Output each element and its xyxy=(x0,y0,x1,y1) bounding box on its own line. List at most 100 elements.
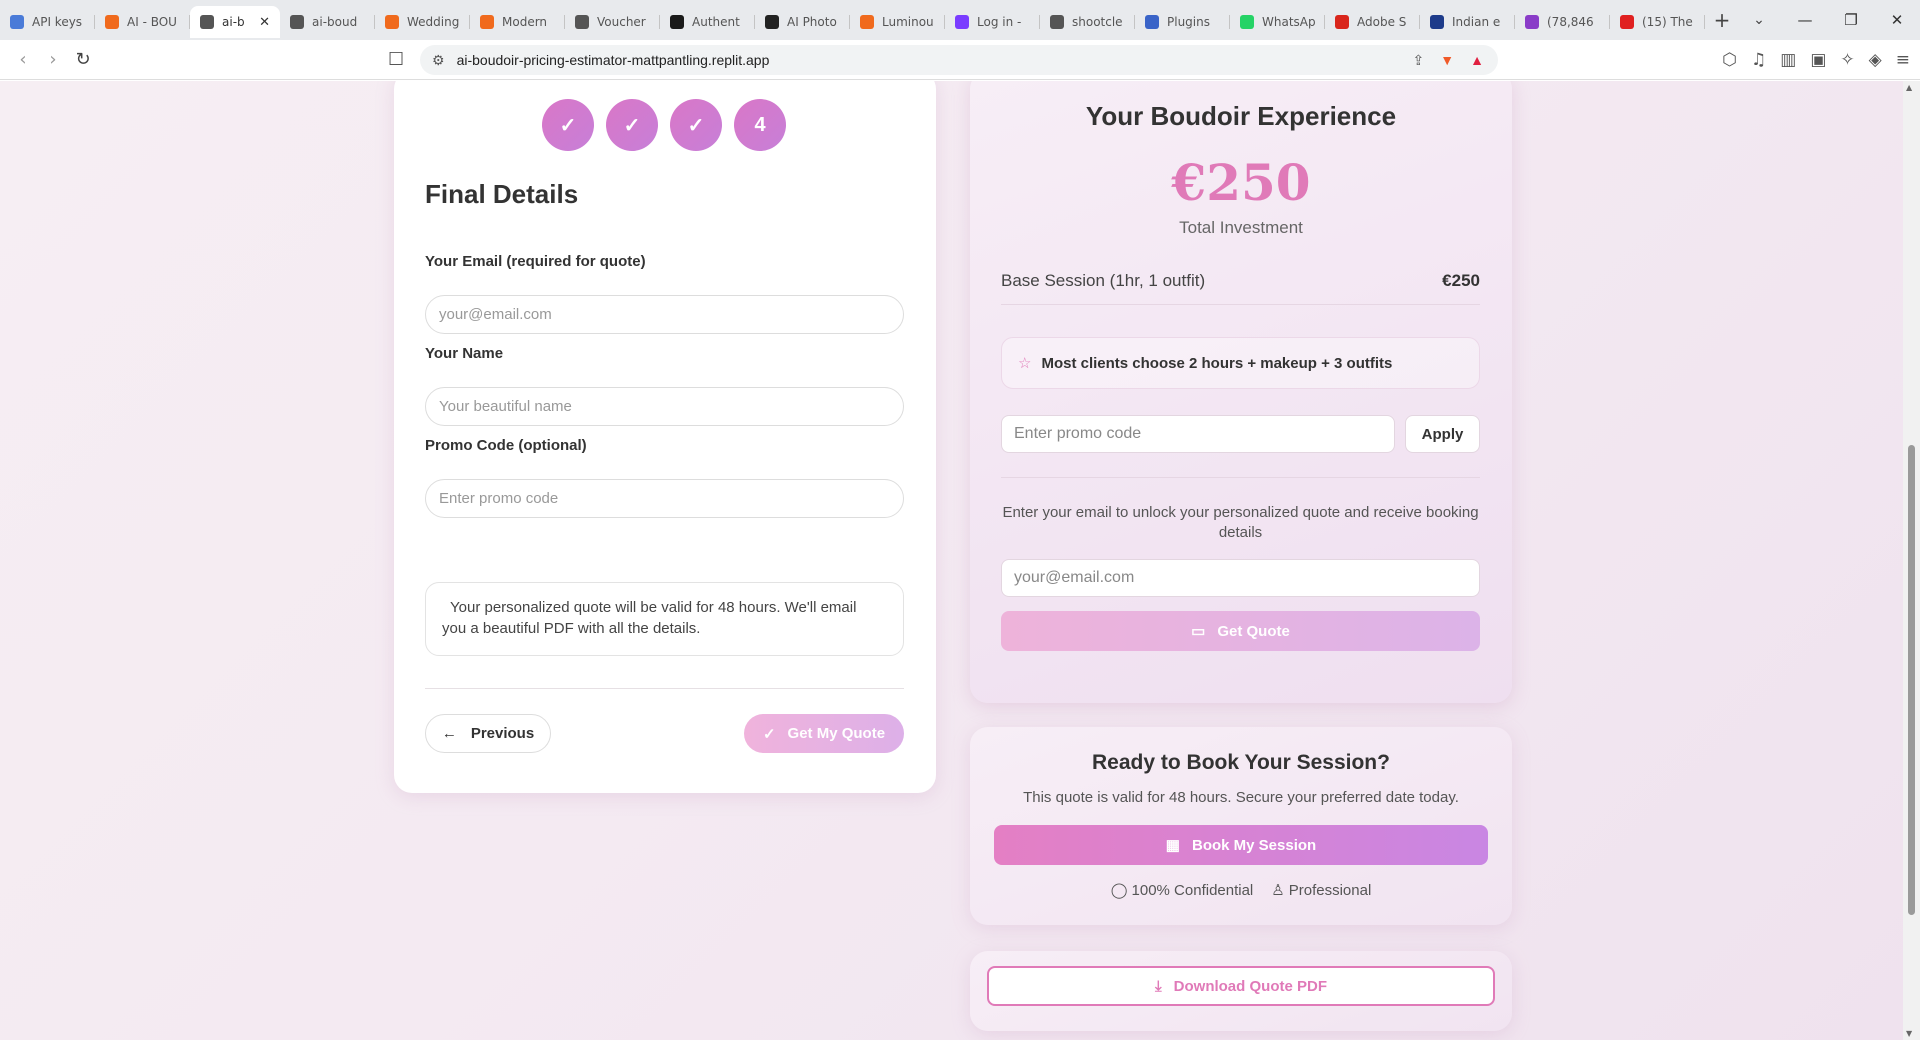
tab-title: WhatsAp xyxy=(1262,15,1315,29)
browser-tab[interactable]: Modern xyxy=(470,6,565,38)
tab-title: Luminou xyxy=(882,15,934,29)
step-3-check-icon: ✓ xyxy=(670,99,722,151)
browser-tab[interactable]: ai-b ✕ xyxy=(190,6,280,38)
site-info-icon[interactable]: ⚙ xyxy=(432,52,445,69)
tab-favicon-icon xyxy=(385,15,399,29)
download-pdf-button[interactable]: ⤓ Download Quote PDF xyxy=(987,966,1495,1006)
step-4-current: 4 xyxy=(734,99,786,151)
previous-button[interactable]: ← Previous xyxy=(425,714,551,753)
wallet-icon[interactable]: ▣ xyxy=(1810,50,1826,70)
popular-choice-tip: ☆ Most clients choose 2 hours + makeup +… xyxy=(1001,337,1480,389)
tab-title: Indian e xyxy=(1452,15,1501,29)
name-field[interactable]: Your beautiful name xyxy=(425,387,904,426)
booking-subtitle: This quote is valid for 48 hours. Secure… xyxy=(1023,789,1459,806)
apply-button[interactable]: Apply xyxy=(1405,415,1480,453)
browser-tab[interactable]: shootcle xyxy=(1040,6,1135,38)
tab-favicon-icon xyxy=(860,15,874,29)
name-label: Your Name xyxy=(425,345,504,362)
browser-tab[interactable]: AI - BOU xyxy=(95,6,190,38)
share-icon[interactable]: ⇪ xyxy=(1413,52,1425,69)
leo-ai-icon[interactable]: ✧ xyxy=(1840,50,1854,70)
extensions-icon[interactable]: ⬡ xyxy=(1722,50,1737,70)
summary-email-input[interactable]: your@email.com xyxy=(1001,559,1480,597)
tab-title: AI Photo xyxy=(787,15,837,29)
email-label: Your Email (required for quote) xyxy=(425,253,646,270)
tab-title: Adobe S xyxy=(1357,15,1407,29)
arrow-left-icon: ← xyxy=(441,725,457,742)
browser-tab[interactable]: Authent xyxy=(660,6,755,38)
tab-favicon-icon xyxy=(670,15,684,29)
browser-tab[interactable]: API keys xyxy=(0,6,95,38)
experience-summary-card: Your Boudoir Experience €250 Total Inves… xyxy=(970,81,1512,703)
bookmark-icon[interactable]: ☐ xyxy=(388,49,404,70)
tip-text: Most clients choose 2 hours + makeup + 3… xyxy=(1041,354,1393,372)
tab-favicon-icon xyxy=(1145,15,1159,29)
divider xyxy=(425,688,904,689)
extensions: ⬡ ♫ ▥ ▣ ✧ ◈ ≡ xyxy=(1722,50,1910,70)
scroll-down-icon[interactable]: ▼ xyxy=(1906,1029,1912,1038)
get-my-quote-button[interactable]: ✓ Get My Quote xyxy=(744,714,904,753)
sidebar-icon[interactable]: ▥ xyxy=(1780,50,1796,70)
scrollbar[interactable]: ▲ ▼ xyxy=(1903,81,1920,1040)
browser-tab[interactable]: AI Photo xyxy=(755,6,850,38)
download-icon: ⤓ xyxy=(1155,977,1162,995)
star-icon: ☆ xyxy=(1018,355,1032,372)
shield-icon: ◯ xyxy=(1110,882,1128,899)
trust-badges: ◯ 100% Confidential ♙ Professional xyxy=(970,881,1512,900)
vpn-icon[interactable]: ◈ xyxy=(1869,50,1882,70)
promo-field[interactable]: Enter promo code xyxy=(425,479,904,518)
promo-code-input[interactable]: Enter promo code xyxy=(1001,415,1395,453)
music-icon[interactable]: ♫ xyxy=(1751,50,1766,70)
tab-title: API keys xyxy=(32,15,83,29)
final-details-card: ✓ ✓ ✓ 4 Final Details Your Email (requir… xyxy=(394,81,936,793)
browser-tab[interactable]: (78,846 xyxy=(1515,6,1610,38)
browser-tab[interactable]: ai-boud xyxy=(280,6,375,38)
scroll-up-icon[interactable]: ▲ xyxy=(1906,83,1912,92)
tab-search-chevron-icon[interactable]: ⌄ xyxy=(1739,12,1779,28)
get-quote-button[interactable]: ▭ Get Quote xyxy=(1001,611,1480,651)
tab-favicon-icon xyxy=(480,15,494,29)
email-field[interactable]: your@email.com xyxy=(425,295,904,334)
download-label: Download Quote PDF xyxy=(1173,977,1327,995)
check-icon: ✓ xyxy=(762,725,776,743)
browser-tab[interactable]: Log in - xyxy=(945,6,1040,38)
tab-favicon-icon xyxy=(765,15,779,29)
browser-tab[interactable]: Indian e xyxy=(1420,6,1515,38)
new-tab-button[interactable]: + xyxy=(1705,8,1739,32)
browser-tab[interactable]: Plugins xyxy=(1135,6,1230,38)
browser-tab[interactable]: Voucher xyxy=(565,6,660,38)
url-field[interactable]: ⚙ ai-boudoir-pricing-estimator-mattpantl… xyxy=(420,45,1498,75)
browser-tab[interactable]: (15) The xyxy=(1610,6,1705,38)
close-tab-icon[interactable]: ✕ xyxy=(259,15,270,30)
browser-tab[interactable]: WhatsAp xyxy=(1230,6,1325,38)
line-item-amount: €250 xyxy=(1442,271,1480,290)
address-bar: ‹ › ↻ ☐ ⚙ ai-boudoir-pricing-estimator-m… xyxy=(0,40,1920,80)
browser-tab[interactable]: Wedding xyxy=(375,6,470,38)
total-price-label: Total Investment xyxy=(1179,218,1303,237)
tab-title: ai-boud xyxy=(312,15,358,29)
restore-icon[interactable]: ❐ xyxy=(1828,11,1874,29)
tab-favicon-icon xyxy=(290,15,304,29)
minimize-icon[interactable]: — xyxy=(1782,11,1828,29)
scrollbar-thumb[interactable] xyxy=(1908,445,1915,915)
tab-title: Plugins xyxy=(1167,15,1210,29)
quote-validity-notice: Your personalized quote will be valid fo… xyxy=(425,582,904,656)
book-session-label: Book My Session xyxy=(1191,836,1317,854)
professional-badge: ♙ Professional xyxy=(1271,881,1372,900)
professional-label: Professional xyxy=(1288,881,1372,899)
brave-rewards-icon[interactable]: ▲ xyxy=(1470,52,1484,68)
brave-shield-icon[interactable]: ▼ xyxy=(1440,52,1454,68)
get-quote-label: Get Quote xyxy=(1217,622,1290,640)
book-session-button[interactable]: ▦ Book My Session xyxy=(994,825,1488,865)
browser-tab[interactable]: Adobe S xyxy=(1325,6,1420,38)
menu-icon[interactable]: ≡ xyxy=(1896,50,1910,70)
back-icon[interactable]: ‹ xyxy=(8,49,38,70)
step-2-check-icon: ✓ xyxy=(606,99,658,151)
reload-icon[interactable]: ↻ xyxy=(68,49,98,70)
tab-favicon-icon xyxy=(1335,15,1349,29)
browser-tab[interactable]: Luminou xyxy=(850,6,945,38)
tab-favicon-icon xyxy=(1240,15,1254,29)
forward-icon[interactable]: › xyxy=(38,49,68,70)
promo-label: Promo Code (optional) xyxy=(425,437,587,454)
close-window-icon[interactable]: ✕ xyxy=(1874,11,1920,29)
